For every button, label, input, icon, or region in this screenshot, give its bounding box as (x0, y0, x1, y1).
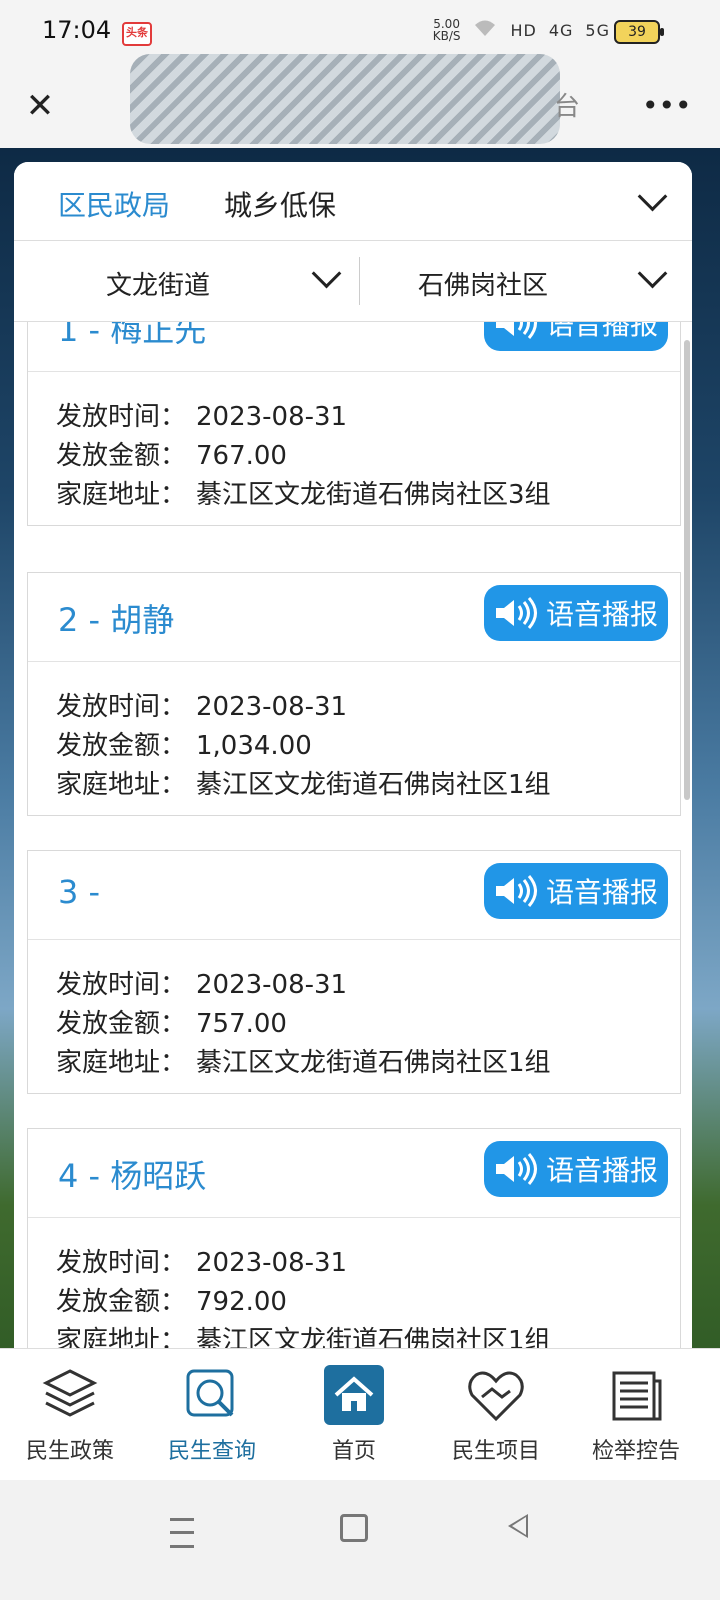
system-navigation-bar (0, 1480, 720, 1600)
nav-label: 民生查询 (167, 1439, 256, 1464)
issue-date: 2023-08-31 (196, 970, 348, 1000)
nav-label: 首页 (331, 1439, 376, 1464)
status-time: 17:04 (42, 16, 112, 44)
issue-amount: 757.00 (196, 1009, 287, 1039)
address-label: 家庭地址： (56, 480, 187, 510)
home-address: 綦江区文龙街道石佛岗社区1组 (196, 770, 551, 800)
menu-icon[interactable] (170, 1518, 194, 1548)
filter-divider (359, 257, 360, 305)
speaker-icon (495, 597, 537, 629)
time-label: 发放时间： (56, 1248, 187, 1278)
record-list[interactable]: 1 - 梅正先 语音播报 发放时间： 2023-08-31 发放金额： 767.00… (14, 322, 692, 1362)
home-address: 綦江区文龙街道石佛岗社区1组 (196, 1048, 551, 1078)
voice-broadcast-button[interactable]: 语音播报 (484, 863, 668, 919)
recipient-name: 4 - 杨昭跃 (58, 1157, 207, 1195)
amount-label: 发放金额： (56, 731, 187, 761)
nav-home[interactable]: 首页 (284, 1363, 424, 1473)
list-item: 3 - 语音播报 发放时间： 2023-08-31 发放金额： 757.00 家庭地… (27, 850, 681, 1094)
voice-broadcast-label: 语音播报 (545, 322, 658, 341)
issue-date: 2023-08-31 (196, 692, 348, 722)
signal-5g-icon: 5G (585, 20, 610, 40)
speaker-icon (495, 322, 537, 339)
nav-label: 民生项目 (451, 1439, 540, 1464)
voice-broadcast-label: 语音播报 (545, 876, 658, 909)
layers-icon (42, 1369, 98, 1417)
newspaper-icon (612, 1371, 662, 1421)
list-item: 4 - 杨昭跃 语音播报 发放时间： 2023-08-31 发放金额： 792.00… (27, 1128, 681, 1362)
home-icon (324, 1365, 384, 1425)
title-bar: ✕ 台 ••• (0, 54, 720, 148)
chevron-down-icon (311, 258, 342, 289)
voice-broadcast-button[interactable]: 语音播报 (484, 585, 668, 641)
nav-label: 民生政策 (25, 1439, 114, 1464)
issue-amount: 767.00 (196, 441, 287, 471)
time-label: 发放时间： (56, 692, 187, 722)
record-details: 发放时间： 2023-08-31 发放金额： 1,034.00 家庭地址： 綦江区文龙… (28, 662, 680, 815)
record-details: 发放时间： 2023-08-31 发放金额： 767.00 家庭地址： 綦江区文龙街道… (28, 372, 680, 525)
wifi-icon (472, 18, 498, 42)
speaker-icon (495, 875, 537, 907)
voice-broadcast-label: 语音播报 (545, 598, 658, 631)
list-item-header: 2 - 胡静 语音播报 (28, 573, 680, 662)
home-square-icon[interactable] (340, 1514, 368, 1542)
category-value: 城乡低保 (224, 189, 337, 222)
nav-policy[interactable]: 民生政策 (0, 1363, 140, 1473)
back-icon[interactable] (508, 1514, 528, 1538)
amount-label: 发放金额： (56, 441, 187, 471)
address-label: 家庭地址： (56, 1048, 187, 1078)
nav-label: 检举控告 (591, 1439, 680, 1464)
voice-broadcast-button[interactable]: 语音播报 (484, 1141, 668, 1197)
nav-project[interactable]: 民生项目 (426, 1363, 566, 1473)
issue-date: 2023-08-31 (196, 1248, 348, 1278)
main-panel: 区民政局 城乡低保 文龙街道 石佛岗社区 1 - 梅正先 语音播报 发放时间： 2… (14, 162, 692, 1362)
signal-4g-icon: 4G (548, 20, 574, 40)
bottom-navigation: 民生政策 民生查询 首页 民生项目 检举控告 (0, 1348, 720, 1481)
time-label: 发放时间： (56, 402, 187, 432)
recipient-name: 1 - 梅正先 (58, 322, 207, 349)
record-details: 发放时间： 2023-08-31 发放金额： 792.00 家庭地址： 綦江区文龙街道… (28, 1218, 680, 1362)
app-notification-icon: 头条 (122, 22, 152, 46)
list-item: 2 - 胡静 语音播报 发放时间： 2023-08-31 发放金额： 1,034.0… (27, 572, 681, 816)
nav-report[interactable]: 检举控告 (566, 1363, 706, 1473)
search-icon (186, 1369, 234, 1417)
community-select[interactable]: 石佛岗社区 (418, 265, 548, 302)
voice-broadcast-button[interactable]: 语音播报 (484, 322, 668, 351)
list-item-header: 1 - 梅正先 语音播报 (28, 322, 680, 372)
chevron-down-icon (637, 181, 668, 212)
street-select[interactable]: 文龙街道 (106, 265, 210, 302)
nav-query[interactable]: 民生查询 (142, 1363, 282, 1473)
recipient-name: 2 - 胡静 (58, 601, 175, 639)
home-address: 綦江区文龙街道石佛岗社区3组 (196, 480, 551, 510)
speaker-icon (495, 1153, 537, 1185)
amount-label: 发放金额： (56, 1287, 187, 1317)
network-speed: 5.00 KB/S (432, 17, 461, 43)
voice-broadcast-label: 语音播报 (545, 1154, 658, 1187)
list-item-header: 3 - 语音播报 (28, 851, 680, 940)
category-selector[interactable]: 区民政局 城乡低保 (14, 162, 692, 241)
location-filters: 文龙街道 石佛岗社区 (14, 241, 692, 322)
close-icon[interactable]: ✕ (20, 86, 60, 126)
department-label: 区民政局 (58, 189, 171, 222)
chevron-down-icon (637, 258, 668, 289)
hd-icon: HD (510, 20, 537, 40)
amount-label: 发放金额： (56, 1009, 187, 1039)
list-item: 1 - 梅正先 语音播报 发放时间： 2023-08-31 发放金额： 767.00… (27, 322, 681, 526)
handshake-heart-icon (468, 1371, 524, 1422)
record-details: 发放时间： 2023-08-31 发放金额： 757.00 家庭地址： 綦江区文龙街道… (28, 940, 680, 1093)
more-options-icon[interactable]: ••• (642, 86, 692, 126)
scrollbar[interactable] (684, 340, 690, 800)
issue-amount: 792.00 (196, 1287, 287, 1317)
time-label: 发放时间： (56, 970, 187, 1000)
issue-date: 2023-08-31 (196, 402, 348, 432)
address-label: 家庭地址： (56, 770, 187, 800)
page-title: 台 (553, 92, 580, 122)
list-item-header: 4 - 杨昭跃 语音播报 (28, 1129, 680, 1218)
battery-icon: 39 (614, 20, 664, 44)
issue-amount: 1,034.00 (196, 731, 312, 761)
recipient-name: 3 - (58, 873, 101, 911)
status-indicators: 5.00 KB/S HD 4G 5G (433, 18, 610, 42)
